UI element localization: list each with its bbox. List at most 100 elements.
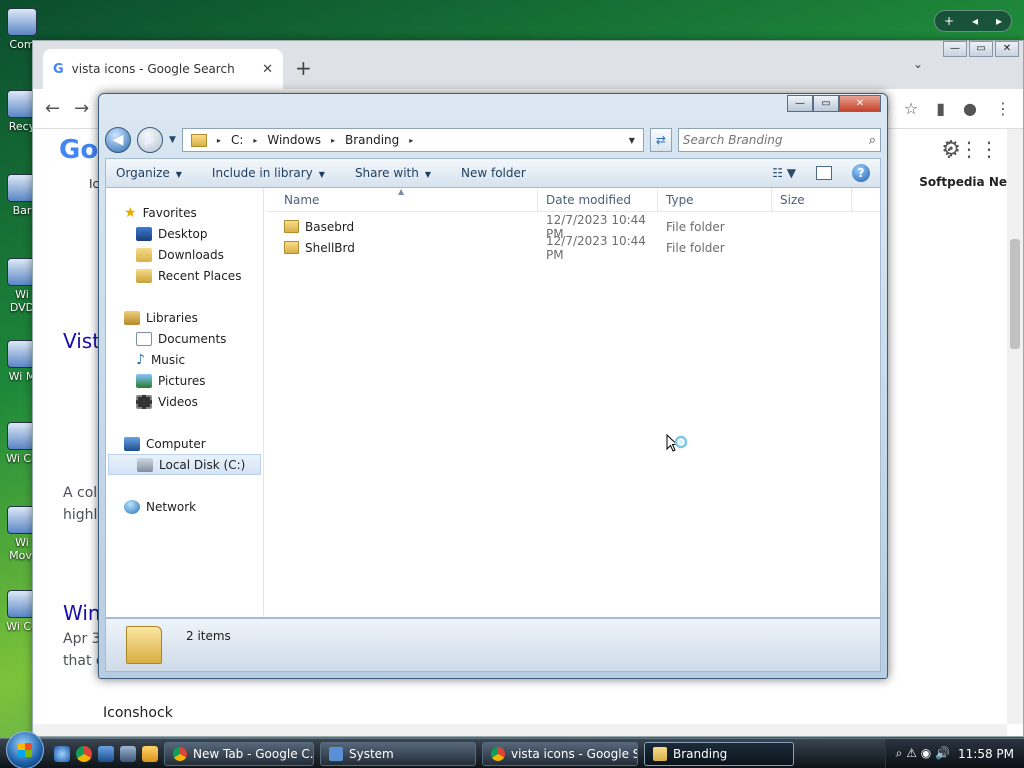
network-icon (124, 499, 140, 514)
search-box: ⌕ (677, 128, 881, 152)
navigation-pane: ★ Favorites Desktop Downloads Recent Plac… (106, 188, 264, 617)
chrome-icon (173, 746, 187, 761)
minimize-button[interactable]: — (943, 41, 967, 57)
add-gadget-button[interactable]: + (944, 14, 954, 28)
column-header-name[interactable]: ▲ Name (266, 187, 538, 211)
scrollbar-thumb[interactable] (1010, 239, 1020, 349)
forward-button[interactable]: → (74, 98, 89, 119)
gadget-prev-button[interactable]: ◂ (972, 14, 978, 28)
nav-libraries[interactable]: Libraries (106, 307, 263, 328)
dropdown-arrow-icon: ▼ (175, 170, 182, 179)
close-button[interactable]: ✕ (839, 95, 881, 112)
nav-desktop[interactable]: Desktop (106, 223, 263, 244)
chrome-icon[interactable] (76, 745, 92, 762)
tray-icons[interactable]: ⌕ ⚠ ◉ 🔊 (896, 746, 950, 761)
nav-recent-places[interactable]: Recent Places (106, 265, 263, 286)
videos-icon (136, 394, 152, 409)
tab-search-button[interactable]: ⌄ (913, 57, 923, 71)
nav-downloads[interactable]: Downloads (106, 244, 263, 265)
google-logo[interactable]: Go (59, 135, 98, 165)
file-row[interactable]: ShellBrd 12/7/2023 10:44 PM File folder (266, 234, 880, 262)
minimize-button[interactable]: — (787, 95, 813, 112)
nav-music[interactable]: ♪ Music (106, 349, 263, 370)
new-folder-button[interactable]: New folder (461, 166, 526, 180)
nav-favorites[interactable]: ★ Favorites (106, 202, 263, 223)
breadcrumb-c-drive[interactable]: C: (231, 133, 243, 147)
column-header-type[interactable]: Type (658, 188, 772, 211)
close-button[interactable]: ✕ (995, 41, 1019, 57)
taskbar-button-branding[interactable]: Branding (644, 741, 794, 766)
file-name: ShellBrd (305, 240, 355, 255)
breadcrumb-windows[interactable]: Windows (267, 133, 321, 147)
explorer-window-controls: — ▭ ✕ (787, 95, 881, 112)
search-input[interactable] (682, 133, 869, 147)
taskbar-button-system[interactable]: System (320, 741, 476, 766)
tab-title: vista icons - Google Search (71, 62, 235, 76)
nav-local-disk[interactable]: Local Disk (C:) (108, 454, 261, 475)
explorer-titlebar[interactable]: — ▭ ✕ (99, 94, 887, 122)
downloads-icon (136, 247, 152, 262)
address-bar[interactable]: ▸ C: ▸ Windows ▸ Branding ▸ ▼ (181, 128, 644, 152)
details-pane: 2 items (105, 618, 881, 672)
recent-pages-dropdown[interactable]: ▼ (169, 135, 176, 145)
nav-network[interactable]: Network (106, 496, 263, 517)
address-dropdown-icon[interactable]: ▼ (629, 136, 635, 145)
result-site-iconshock[interactable]: Iconshock (103, 705, 173, 721)
sort-ascending-icon: ▲ (398, 187, 405, 196)
tab-vista-icons[interactable]: G vista icons - Google Search ✕ (43, 49, 283, 89)
gadget-sidebar-controls: + ◂ ▸ (934, 10, 1012, 32)
refresh-button[interactable]: ⇄ (649, 128, 672, 152)
breadcrumb-chevron-icon[interactable]: ▸ (253, 136, 257, 145)
page-horizontal-scrollbar[interactable] (33, 724, 1007, 736)
back-button[interactable]: ◀ (105, 127, 131, 153)
start-button[interactable] (6, 730, 44, 768)
switch-windows-icon[interactable] (120, 745, 136, 762)
column-header-size[interactable]: Size (772, 188, 852, 211)
internet-explorer-icon[interactable] (54, 745, 70, 762)
organize-button[interactable]: Organize ▼ (116, 166, 182, 180)
profile-icon[interactable]: ● (963, 99, 977, 118)
share-with-button[interactable]: Share with ▼ (355, 166, 431, 180)
folder-large-icon (126, 626, 162, 664)
softpedia-link[interactable]: Softpedia Ne (919, 175, 1007, 189)
back-button[interactable]: ← (45, 98, 60, 119)
nav-pictures[interactable]: Pictures (106, 370, 263, 391)
maximize-button[interactable]: ▭ (813, 95, 839, 112)
chrome-tab-bar: G vista icons - Google Search ✕ + ⌄ — ▭ … (33, 41, 1023, 89)
breadcrumb-branding[interactable]: Branding (345, 133, 399, 147)
breadcrumb-chevron-icon[interactable]: ▸ (217, 136, 221, 145)
page-vertical-scrollbar[interactable] (1007, 129, 1023, 724)
column-header-date-modified[interactable]: Date modified (538, 188, 658, 211)
breadcrumb-chevron-icon[interactable]: ▸ (331, 136, 335, 145)
media-player-icon[interactable] (142, 745, 158, 762)
taskbar-button-new-tab[interactable]: New Tab - Google C... (164, 741, 314, 766)
taskbar-button-vista-icons[interactable]: vista icons - Google S... (482, 741, 638, 766)
new-tab-button[interactable]: + (295, 56, 312, 80)
computer-icon (7, 8, 37, 36)
change-view-button[interactable]: ☷ ▼ (772, 166, 796, 180)
file-type: File folder (666, 219, 725, 234)
folder-icon (190, 133, 207, 147)
breadcrumb-chevron-icon[interactable]: ▸ (409, 136, 413, 145)
maximize-button[interactable]: ▭ (969, 41, 993, 57)
chrome-menu-icon[interactable]: ⋮ (995, 99, 1011, 118)
preview-pane-icon[interactable] (816, 166, 832, 180)
file-list: ▲ Name Date modified Type Size Basebrd 12… (266, 187, 880, 617)
result-snippet-line: Apr 3 (63, 631, 101, 647)
pictures-icon (136, 373, 152, 388)
search-icon[interactable]: ⌕ (869, 133, 876, 148)
help-icon[interactable]: ? (852, 164, 870, 182)
clock[interactable]: 11:58 PM (958, 747, 1014, 761)
show-desktop-icon[interactable] (98, 745, 114, 762)
google-apps-icon[interactable]: ⋮⋮⋮ (939, 137, 999, 161)
nav-documents[interactable]: Documents (106, 328, 263, 349)
include-in-library-button[interactable]: Include in library ▼ (212, 166, 325, 180)
forward-button[interactable]: ▶ (137, 127, 163, 153)
system-tray: ⌕ ⚠ ◉ 🔊 11:58 PM (884, 739, 1024, 768)
gadget-next-button[interactable]: ▸ (996, 14, 1002, 28)
nav-videos[interactable]: Videos (106, 391, 263, 412)
side-panel-icon[interactable]: ▮ (936, 99, 945, 118)
tab-close-icon[interactable]: ✕ (262, 62, 273, 77)
nav-computer[interactable]: Computer (106, 433, 263, 454)
bookmark-star-icon[interactable]: ☆ (904, 99, 918, 118)
